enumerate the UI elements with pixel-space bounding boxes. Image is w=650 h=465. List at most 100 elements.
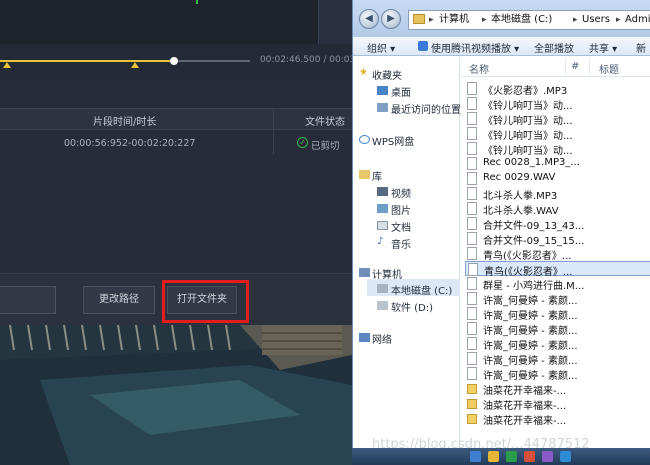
column-name[interactable]: 名称 [469, 61, 489, 76]
nav-drive-c[interactable]: 本地磁盘 (C:) [391, 282, 452, 297]
file-name: 《铃儿响叮当》动... [483, 101, 573, 112]
file-icon [467, 367, 477, 380]
nav-favorites[interactable]: 收藏夹 [372, 67, 402, 82]
folder-icon [467, 384, 477, 394]
list-item[interactable]: Rec 0029.WAV [465, 171, 650, 186]
preview-side-panel [318, 0, 352, 44]
breadcrumb-computer[interactable]: 计算机 [439, 11, 469, 29]
address-bar[interactable]: ▸ 计算机 ▸ 本地磁盘 (C:) ▸ Users ▸ Administrato… [408, 10, 650, 30]
folder-icon [413, 14, 425, 24]
file-icon [467, 202, 477, 215]
tencent-video-icon [418, 41, 428, 51]
app-icon[interactable] [560, 451, 571, 462]
file-icon [467, 187, 477, 200]
list-item[interactable]: 许嵩_何曼婷 - 素颜... [465, 321, 650, 337]
nav-pictures[interactable]: 图片 [391, 202, 411, 217]
share-button[interactable]: 共享 ▾ [589, 40, 617, 55]
nav-drive-d[interactable]: 软件 (D:) [391, 299, 433, 314]
folder-icon[interactable] [488, 451, 499, 462]
nav-desktop[interactable]: 桌面 [391, 84, 411, 99]
file-list-header: 名称 # 标题 [461, 57, 650, 77]
list-item[interactable]: 《铃儿响叮当》动... [465, 126, 650, 142]
end-marker-icon[interactable] [131, 62, 139, 68]
list-item[interactable]: Rec 0028_1.MP3_... [465, 156, 650, 171]
chevron-right-icon: ▸ [482, 15, 487, 25]
folder-icon [467, 399, 477, 409]
organize-button[interactable]: 组织 ▾ [367, 40, 395, 55]
share-label: 共享 [589, 44, 609, 55]
nav-videos[interactable]: 视频 [391, 185, 411, 200]
start-marker-icon[interactable] [3, 62, 11, 68]
computer-icon [359, 268, 370, 277]
video-cutter-app: 00:02:46.500 / 00:03: 片段时间/时长 文件状态 00:00… [0, 0, 352, 465]
open-with-button[interactable]: 使用腾讯视频播放 ▾ [431, 40, 519, 55]
nav-network[interactable]: 网络 [372, 331, 392, 346]
nav-library[interactable]: 库 [372, 168, 382, 183]
list-item[interactable]: 许嵩_何曼婷 - 素颜... [465, 366, 650, 382]
column-title[interactable]: 标题 [599, 61, 619, 76]
list-item[interactable]: 许嵩_何曼婷 - 素颜... [465, 306, 650, 322]
forward-arrow-icon[interactable]: ▶ [381, 9, 401, 29]
nav-recent[interactable]: 最近访问的位置 [391, 101, 461, 116]
playhead-handle[interactable] [170, 57, 178, 65]
ie-icon[interactable] [470, 451, 481, 462]
column-divider [589, 59, 590, 75]
file-name: Rec 0029.WAV [483, 172, 556, 183]
nav-documents[interactable]: 文档 [391, 219, 411, 234]
nav-wps-drive[interactable]: WPS网盘 [372, 133, 414, 148]
list-item[interactable]: 北斗杀人拳.MP3 [465, 186, 650, 202]
breadcrumb-drive-c[interactable]: 本地磁盘 (C:) [491, 11, 552, 29]
file-icon [467, 292, 477, 305]
app-icon[interactable] [524, 451, 535, 462]
play-all-button[interactable]: 全部播放 [534, 40, 574, 55]
list-item[interactable]: 合并文件-09_13_43... [465, 216, 650, 232]
file-name: 油菜花开幸福来-... [483, 401, 567, 412]
list-item[interactable]: 合并文件-09_15_15... [465, 231, 650, 247]
column-number[interactable]: # [571, 61, 579, 72]
file-name: 许嵩_何曼婷 - 素颜... [483, 296, 578, 307]
total-time: 00:03: [329, 55, 352, 65]
back-arrow-icon[interactable]: ◀ [359, 9, 379, 29]
segment-time: 00:00:56:952-00:02:20:227 [64, 138, 196, 149]
list-item[interactable]: 青鸟(《火影忍者》... [465, 246, 650, 262]
file-icon [467, 277, 477, 290]
list-item[interactable]: 油菜花开幸福来-... [465, 411, 650, 427]
file-name: 《铃儿响叮当》动... [483, 116, 573, 127]
nav-music[interactable]: 音乐 [391, 236, 411, 251]
list-item[interactable]: 许嵩_何曼婷 - 素颜... [465, 291, 650, 307]
partial-button[interactable] [0, 286, 56, 314]
file-name: 许嵩_何曼婷 - 素颜... [483, 341, 578, 352]
new-folder-button[interactable]: 新 [636, 40, 646, 55]
list-item[interactable]: 许嵩_何曼婷 - 素颜... [465, 336, 650, 352]
open-with-label: 使用腾讯视频播放 [431, 44, 511, 55]
list-item[interactable]: 《火影忍者》.MP3 [465, 81, 650, 97]
list-item[interactable]: 北斗杀人拳.WAV [465, 201, 650, 217]
list-item[interactable]: 许嵩_何曼婷 - 素颜... [465, 351, 650, 367]
change-path-button[interactable]: 更改路径 [83, 286, 155, 314]
segment-status: 已剪切 [311, 141, 340, 152]
check-circle-icon: ✓ [297, 137, 308, 148]
list-item[interactable]: 青鸟(《火影忍者》... [465, 261, 650, 278]
file-icon [467, 142, 477, 155]
list-item[interactable]: 《铃儿响叮当》动... [465, 141, 650, 157]
list-item[interactable]: 群星 - 小鸡进行曲.M... [465, 276, 650, 292]
app-icon[interactable] [506, 451, 517, 462]
file-icon [468, 263, 478, 276]
app-icon[interactable] [542, 451, 553, 462]
file-icon [467, 172, 477, 185]
file-icon [467, 157, 477, 170]
list-item[interactable]: 《铃儿响叮当》动... [465, 96, 650, 112]
timeline-selection [0, 60, 174, 62]
file-name: 北斗杀人拳.WAV [483, 206, 559, 217]
file-icon [467, 112, 477, 125]
video-icon [377, 187, 388, 196]
breadcrumb-administrator[interactable]: Administrator [625, 11, 650, 29]
list-item[interactable]: 《铃儿响叮当》动... [465, 111, 650, 127]
document-icon [377, 221, 388, 230]
segment-row[interactable]: 00:00:56:952-00:02:20:227 ✓ 已剪切 [0, 130, 352, 156]
list-item[interactable]: 油菜花开幸福来-... [465, 381, 650, 397]
list-item[interactable]: 油菜花开幸福来-... [465, 396, 650, 412]
breadcrumb-users[interactable]: Users [582, 11, 610, 29]
navigation-pane: ★ 收藏夹 桌面 最近访问的位置 WPS网盘 库 视频 图片 文档 ♪ 音乐 计… [353, 57, 461, 465]
file-icon [467, 307, 477, 320]
